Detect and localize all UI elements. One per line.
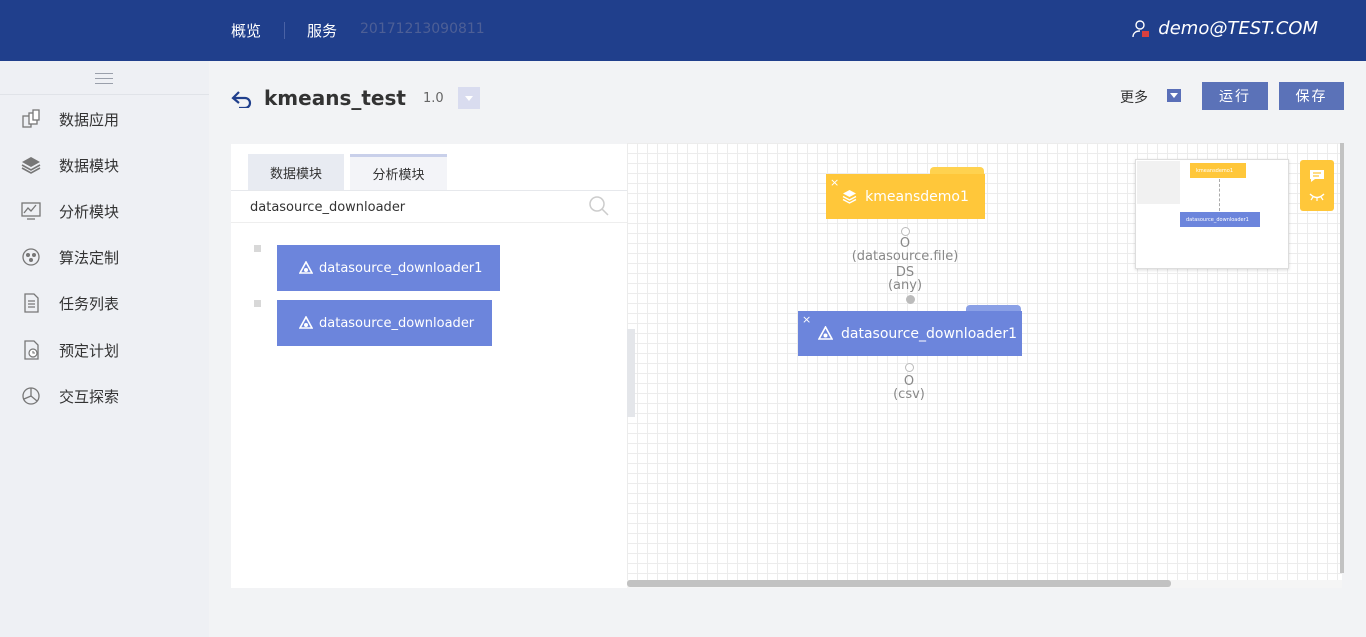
port-label: (any): [887, 278, 923, 293]
project-header: kmeans_test 1.0: [230, 86, 480, 110]
close-icon[interactable]: ×: [802, 313, 811, 326]
chevron-down-icon: [464, 95, 473, 101]
port-label: (csv): [893, 387, 925, 402]
input-port[interactable]: [901, 227, 910, 236]
sidebar-item-algorithm[interactable]: 算法定制: [20, 245, 119, 269]
chevron-down-icon: [1170, 93, 1178, 98]
project-name: kmeans_test: [264, 86, 406, 110]
version-dropdown[interactable]: [457, 87, 480, 109]
layers-icon: [842, 190, 857, 204]
panel-splitter[interactable]: [627, 329, 635, 417]
layers-icon: [21, 157, 41, 174]
close-icon[interactable]: ×: [830, 176, 839, 189]
node-label: datasource_downloader1: [841, 325, 1017, 342]
sidebar-item-label: 数据应用: [59, 110, 120, 129]
analysis-icon: [21, 202, 41, 220]
tab-analysis-module[interactable]: 分析模块: [350, 154, 447, 190]
nav-service[interactable]: 服务: [307, 20, 337, 41]
tab-data-module[interactable]: 数据模块: [248, 154, 344, 190]
list-item-label: datasource_downloader1: [319, 260, 483, 276]
minimap-node: kmeansdemo1: [1190, 163, 1246, 178]
node-label: kmeansdemo1: [865, 188, 969, 205]
top-bar: 概览 服务 20171213090811 demo@TEST.COM: [0, 0, 1366, 61]
user-menu[interactable]: demo@TEST.COM: [1131, 18, 1318, 39]
back-icon[interactable]: [230, 88, 254, 108]
explore-icon: [22, 387, 40, 405]
workflow-canvas[interactable]: × kmeansdemo1 O (datasource.file) DS (an…: [627, 143, 1342, 580]
sidebar-item-label: 预定计划: [59, 341, 120, 360]
service-id: 20171213090811: [360, 21, 485, 37]
datasource-icon: [299, 261, 313, 274]
hamburger-icon[interactable]: [95, 73, 113, 84]
horizontal-scrollbar[interactable]: [627, 580, 1171, 587]
side-toolbar[interactable]: [1300, 160, 1334, 211]
module-panel: 数据模块 分析模块 datasource_downloader datasour…: [231, 144, 627, 588]
sidebar-item-data-app[interactable]: 数据应用: [20, 107, 119, 131]
run-button[interactable]: 运行: [1202, 82, 1268, 110]
algorithm-icon: [22, 248, 40, 266]
sidebar-item-label: 算法定制: [59, 248, 120, 267]
sidebar-item-analysis[interactable]: 分析模块: [20, 199, 119, 223]
save-button[interactable]: 保存: [1279, 82, 1344, 110]
comment-icon[interactable]: [1309, 169, 1325, 183]
nav-overview[interactable]: 概览: [231, 20, 261, 41]
sidebar-item-label: 数据模块: [59, 156, 120, 175]
sidebar-item-label: 交互探索: [59, 387, 120, 406]
port-label: (datasource.file): [851, 249, 959, 264]
output-port[interactable]: [906, 295, 915, 304]
node-datasource-downloader1[interactable]: × datasource_downloader1: [798, 311, 1022, 356]
task-list-icon: [24, 293, 39, 313]
sidebar-item-task-list[interactable]: 任务列表: [20, 291, 119, 315]
data-app-icon: [22, 109, 40, 128]
sidebar-item-schedule[interactable]: 预定计划: [20, 338, 119, 362]
nav-separator: [284, 22, 285, 39]
sidebar-item-label: 任务列表: [59, 294, 120, 313]
user-icon: [1132, 19, 1150, 37]
list-item-datasource-downloader1[interactable]: datasource_downloader1: [277, 245, 500, 291]
list-bullet: [254, 300, 261, 307]
sidebar-item-data-module[interactable]: 数据模块: [20, 153, 119, 177]
schedule-icon: [24, 340, 39, 360]
sidebar-item-explore[interactable]: 交互探索: [20, 384, 119, 408]
list-item-label: datasource_downloader: [319, 315, 475, 331]
search-input[interactable]: datasource_downloader: [250, 200, 405, 215]
vertical-scrollbar[interactable]: [1340, 143, 1344, 573]
list-bullet: [254, 245, 261, 252]
search-icon[interactable]: [588, 195, 610, 217]
datasource-icon: [299, 316, 313, 329]
list-item-datasource-downloader[interactable]: datasource_downloader: [277, 300, 492, 346]
sidebar-item-label: 分析模块: [59, 202, 120, 221]
datasource-icon: [818, 326, 833, 340]
node-kmeansdemo[interactable]: × kmeansdemo1: [826, 174, 985, 219]
sidebar: 数据应用 数据模块 分析模块 算法定制 任务列表 预定计划 交互探索: [0, 61, 209, 637]
more-label[interactable]: 更多: [1120, 87, 1148, 107]
eye-closed-icon[interactable]: [1308, 192, 1326, 202]
minimap[interactable]: kmeansdemo1 datasource_downloader1: [1135, 159, 1289, 269]
minimap-node: datasource_downloader1: [1180, 212, 1260, 227]
output-port[interactable]: [905, 363, 914, 372]
more-dropdown[interactable]: [1167, 89, 1181, 102]
user-email: demo@TEST.COM: [1158, 18, 1318, 39]
version-label: 1.0: [422, 90, 444, 106]
